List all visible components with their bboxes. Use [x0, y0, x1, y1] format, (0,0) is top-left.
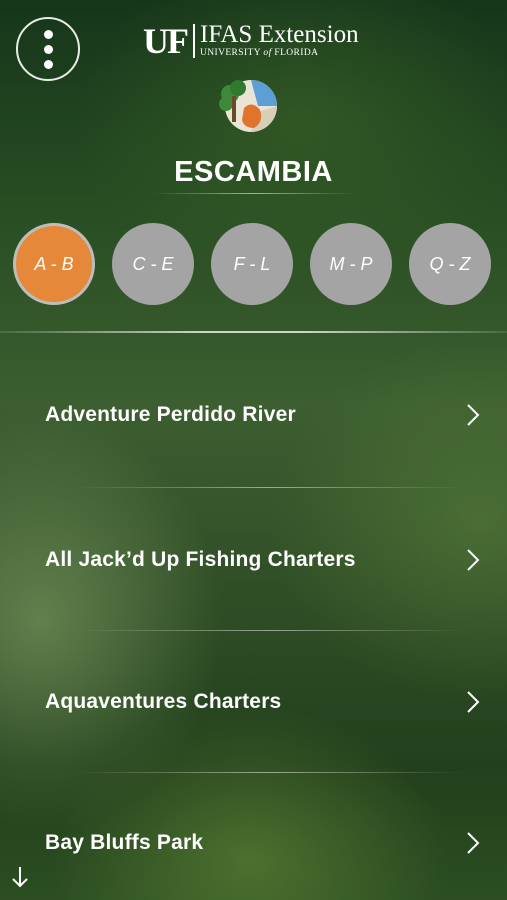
list-divider — [75, 630, 465, 631]
chevron-right-icon — [467, 404, 480, 426]
list-item-all-jackd-up-fishing-charters[interactable]: All Jack’d Up Fishing Charters — [0, 530, 507, 590]
alphabet-filter-tabs: A - B C - E F - L M - P Q - Z — [13, 223, 491, 305]
list-divider — [75, 487, 465, 488]
tab-c-e[interactable]: C - E — [112, 223, 194, 305]
uf-ifas-brand: UF IFAS Extension UNIVERSITY of FLORIDA — [143, 22, 359, 59]
list-item-label: Aquaventures Charters — [45, 690, 282, 713]
chevron-right-icon — [467, 832, 480, 854]
list-item-bay-bluffs-park[interactable]: Bay Bluffs Park — [0, 813, 507, 873]
brand-name: IFAS Extension — [200, 21, 359, 48]
tabs-divider — [0, 331, 507, 333]
more-vertical-icon-dot — [43, 59, 53, 69]
county-title: ESCAMBIA — [174, 156, 333, 188]
list-item-aquaventures-charters[interactable]: Aquaventures Charters — [0, 672, 507, 732]
list-divider — [75, 772, 465, 773]
brand-divider — [193, 23, 195, 58]
list-item-adventure-perdido-river[interactable]: Adventure Perdido River — [0, 385, 507, 445]
list-item-label: Bay Bluffs Park — [45, 831, 204, 854]
list-item-label: All Jack’d Up Fishing Charters — [45, 548, 356, 571]
tab-m-p[interactable]: M - P — [310, 223, 392, 305]
more-vertical-icon — [43, 29, 53, 39]
tab-a-b[interactable]: A - B — [13, 223, 95, 305]
chevron-right-icon — [467, 549, 480, 571]
list-item-label: Adventure Perdido River — [45, 403, 296, 426]
uf-logo-text: UF — [143, 20, 189, 61]
chevron-right-icon — [467, 691, 480, 713]
ifas-county-logo-icon — [219, 80, 277, 132]
title-divider — [152, 193, 355, 194]
tab-f-l[interactable]: F - L — [211, 223, 293, 305]
tab-q-z[interactable]: Q - Z — [409, 223, 491, 305]
arrow-down-icon[interactable] — [10, 865, 30, 889]
brand-university: UNIVERSITY of FLORIDA — [200, 48, 319, 58]
more-vertical-icon-dot — [43, 44, 53, 54]
menu-button[interactable] — [16, 17, 80, 81]
